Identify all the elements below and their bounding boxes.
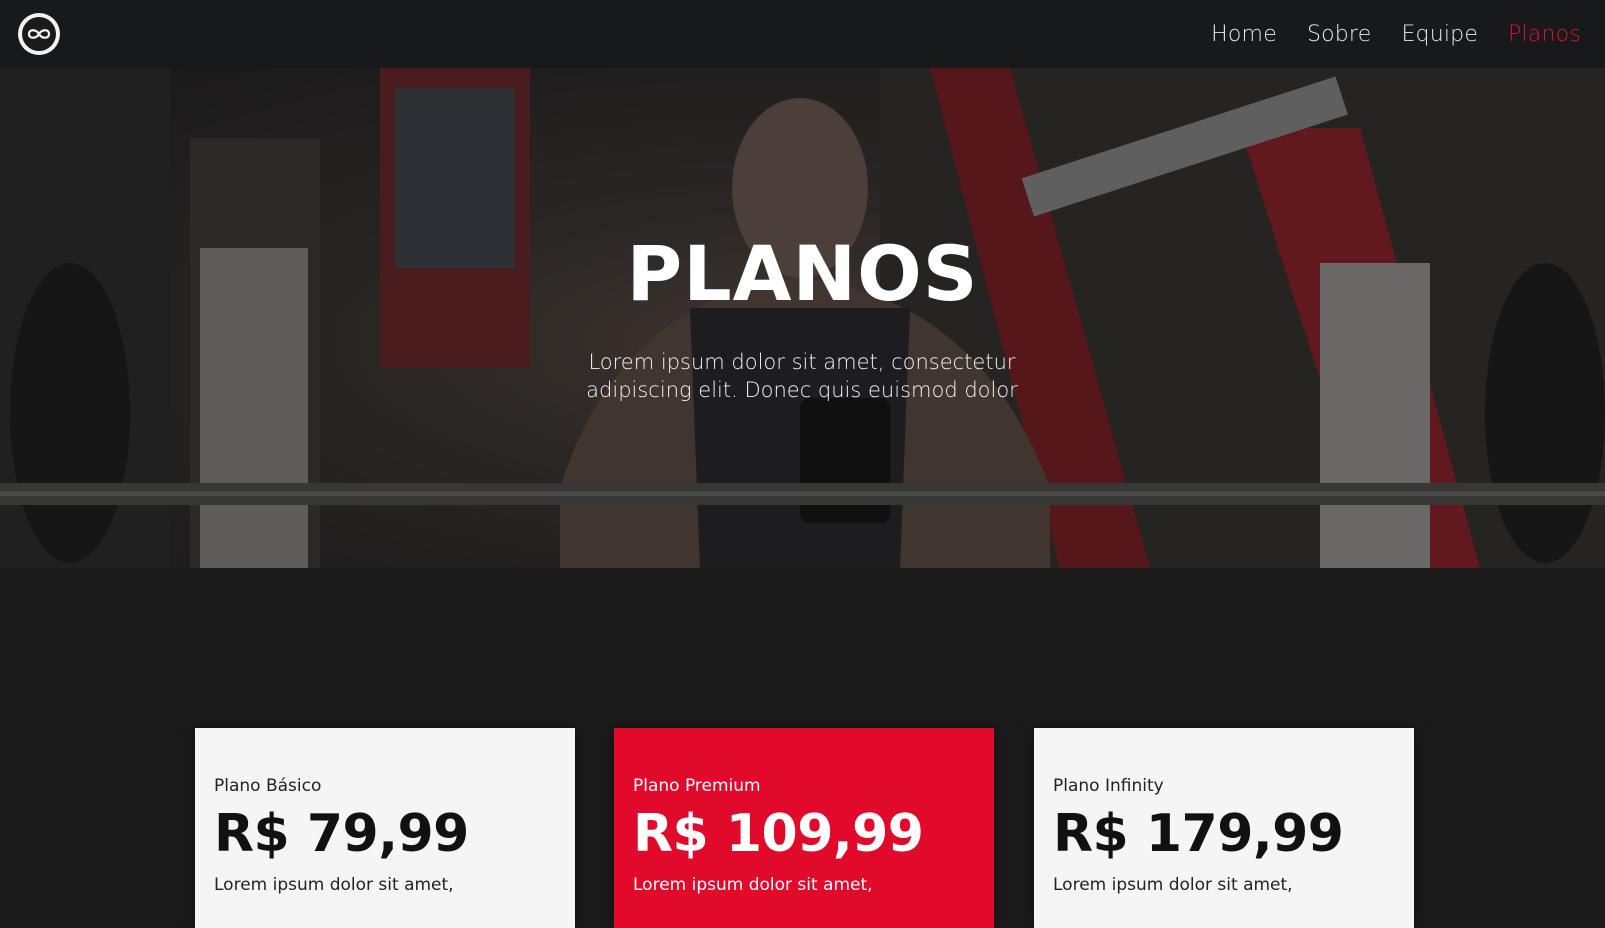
navbar: Home Sobre Equipe Planos (0, 0, 1605, 68)
nav-link-planos[interactable]: Planos (1508, 22, 1581, 47)
plans-section: Plano Básico R$ 79,99 Lorem ipsum dolor … (0, 728, 1605, 928)
plan-card-infinity[interactable]: Plano Infinity R$ 179,99 Lorem ipsum dol… (1034, 728, 1414, 928)
plan-card-basico[interactable]: Plano Básico R$ 79,99 Lorem ipsum dolor … (195, 728, 575, 928)
nav-link-home[interactable]: Home (1211, 22, 1277, 47)
plan-name: Plano Infinity (1053, 776, 1164, 796)
plan-price: R$ 179,99 (1053, 804, 1344, 864)
logo-inner (22, 17, 56, 51)
plan-description: Lorem ipsum dolor sit amet, (1053, 875, 1293, 896)
plan-name: Plano Básico (214, 776, 322, 796)
hero-overlay (0, 68, 1605, 568)
plan-description: Lorem ipsum dolor sit amet, (214, 875, 454, 896)
hero-banner: PLANOS Lorem ipsum dolor sit amet, conse… (0, 68, 1605, 568)
hero-title: PLANOS (626, 229, 979, 318)
nav-link-equipe[interactable]: Equipe (1401, 22, 1478, 47)
plan-price: R$ 109,99 (633, 804, 924, 864)
infinity-logo-icon[interactable] (18, 13, 60, 55)
nav-link-sobre[interactable]: Sobre (1307, 22, 1372, 47)
plan-name: Plano Premium (633, 776, 761, 796)
nav-links: Home Sobre Equipe Planos (1211, 22, 1581, 47)
plan-description: Lorem ipsum dolor sit amet, (633, 875, 873, 896)
hero-subtitle: Lorem ipsum dolor sit amet, consectetur … (586, 350, 1018, 402)
plan-card-premium[interactable]: Plano Premium R$ 109,99 Lorem ipsum dolo… (614, 728, 994, 928)
plan-price: R$ 79,99 (214, 804, 469, 864)
infinity-glyph-icon (27, 29, 51, 39)
